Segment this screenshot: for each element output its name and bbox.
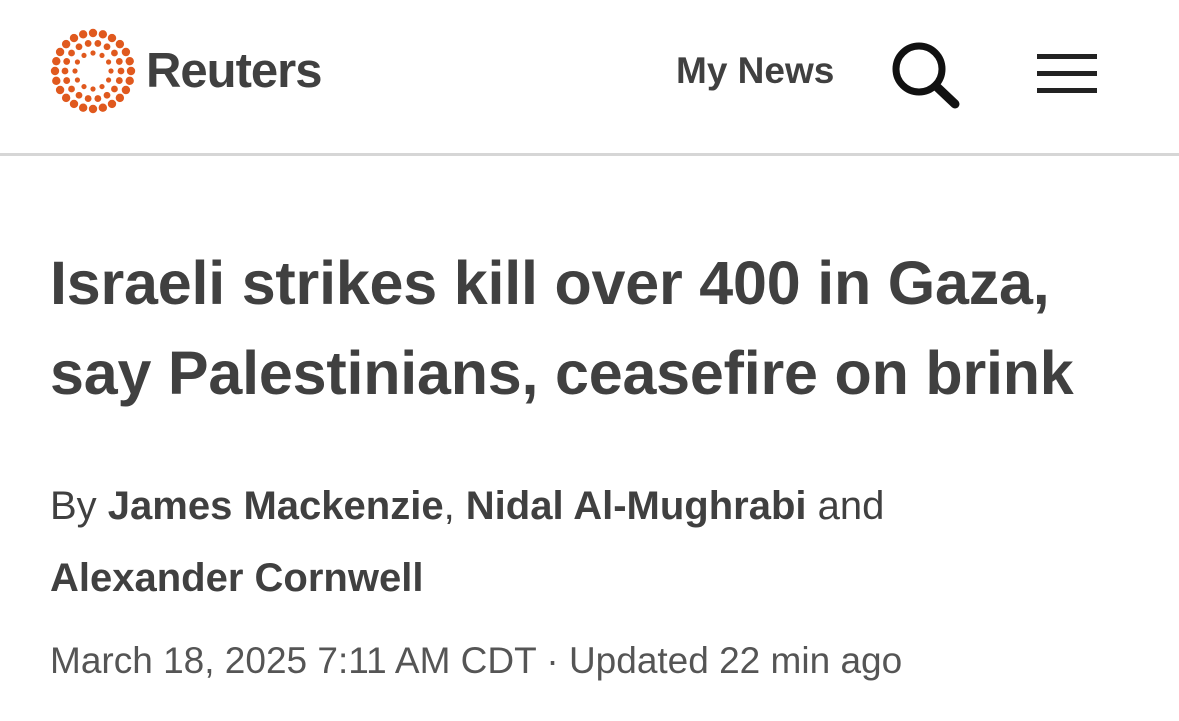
logo-dot: [90, 50, 96, 56]
publish-date: March 18, 2025 7:11 AM CDT: [50, 640, 537, 681]
article-headline: Israeli strikes kill over 400 in Gaza, s…: [50, 238, 1150, 418]
logo-dot: [98, 30, 108, 39]
logo-dot: [74, 59, 81, 65]
logo-dot: [99, 52, 105, 59]
site-header: Reuters My News: [0, 0, 1179, 156]
logo-dot: [108, 68, 114, 74]
author-link-nidal-al-mughrabi[interactable]: Nidal Al-Mughrabi: [466, 484, 807, 528]
reuters-logo[interactable]: Reuters: [50, 28, 322, 114]
byline-separator: ,: [443, 484, 466, 528]
logo-dot: [63, 58, 71, 65]
logo-dot: [103, 43, 111, 51]
logo-dot: [63, 77, 71, 84]
logo-dot: [105, 59, 112, 65]
author-link-james-mackenzie[interactable]: James Mackenzie: [108, 484, 444, 528]
logo-dot: [107, 33, 117, 43]
hamburger-menu-icon[interactable]: [1035, 50, 1099, 98]
date-separator: ·: [536, 640, 569, 681]
logo-dot: [111, 85, 118, 93]
logo-dot: [68, 85, 75, 93]
logo-dot: [55, 85, 65, 95]
logo-dot: [125, 76, 134, 86]
logo-dot: [84, 95, 92, 102]
byline-prefix: By: [50, 484, 108, 528]
logo-dot: [69, 33, 79, 43]
logo-dot: [126, 66, 136, 76]
logo-dot: [68, 49, 75, 57]
logo-dot: [61, 67, 69, 75]
logo-dot: [115, 58, 123, 65]
logo-dot: [115, 39, 125, 49]
logo-dot: [125, 56, 134, 66]
page: Reuters My News Israeli strikes kill ove…: [0, 0, 1179, 721]
logo-dot: [105, 77, 112, 83]
headline-line-1: Israeli strikes kill over 400 in Gaza,: [50, 249, 1050, 317]
logo-dot: [78, 103, 88, 112]
logo-dot: [61, 39, 71, 49]
logo-dot: [84, 40, 92, 47]
logo-dot: [61, 93, 71, 103]
byline: By James Mackenzie, Nidal Al-Mughrabi an…: [50, 470, 1140, 614]
logo-dot: [81, 83, 87, 90]
logo-dot: [72, 68, 78, 74]
logo-dot: [107, 99, 117, 109]
byline-line-1: By James Mackenzie, Nidal Al-Mughrabi an…: [50, 470, 1140, 542]
logo-dot: [115, 77, 123, 84]
logo-dot: [90, 86, 96, 92]
article-dateline: March 18, 2025 7:11 AM CDT · Updated 22 …: [50, 640, 902, 682]
logo-dot: [111, 49, 118, 57]
logo-dot: [88, 28, 98, 38]
logo-dot: [50, 66, 60, 76]
logo-dot: [52, 56, 61, 66]
logo-dot: [115, 93, 125, 103]
byline-line-2: Alexander Cornwell: [50, 542, 1140, 614]
logo-dot: [121, 85, 131, 95]
brand-name: Reuters: [146, 44, 322, 98]
logo-dot: [69, 99, 79, 109]
my-news-link[interactable]: My News: [676, 50, 834, 92]
reuters-logo-icon: [50, 28, 136, 114]
byline-conjunction: and: [806, 484, 885, 528]
logo-dot: [103, 91, 111, 99]
logo-dot: [55, 47, 65, 57]
logo-dot: [88, 104, 98, 114]
logo-dot: [52, 76, 61, 86]
logo-dot: [98, 103, 108, 112]
logo-dot: [78, 30, 88, 39]
logo-dot: [75, 43, 83, 51]
logo-dot: [94, 95, 102, 102]
logo-dot: [94, 40, 102, 47]
logo-dot: [121, 47, 131, 57]
search-icon[interactable]: [890, 40, 962, 110]
logo-dot: [99, 83, 105, 90]
logo-dot: [74, 77, 81, 83]
logo-dot: [81, 52, 87, 59]
updated-time: Updated 22 min ago: [568, 640, 903, 681]
logo-dot: [117, 67, 125, 75]
headline-line-2: say Palestinians, ceasefire on brink: [50, 339, 1074, 407]
author-link-alexander-cornwell[interactable]: Alexander Cornwell: [50, 556, 423, 600]
logo-dot: [75, 91, 83, 99]
